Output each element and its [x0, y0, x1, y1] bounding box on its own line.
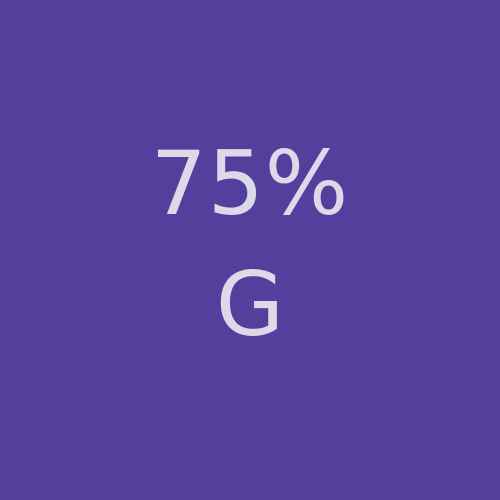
grade-letter: G — [215, 253, 285, 356]
score-tile: 75% G — [0, 0, 500, 500]
percentage-value: 75% — [150, 132, 350, 235]
